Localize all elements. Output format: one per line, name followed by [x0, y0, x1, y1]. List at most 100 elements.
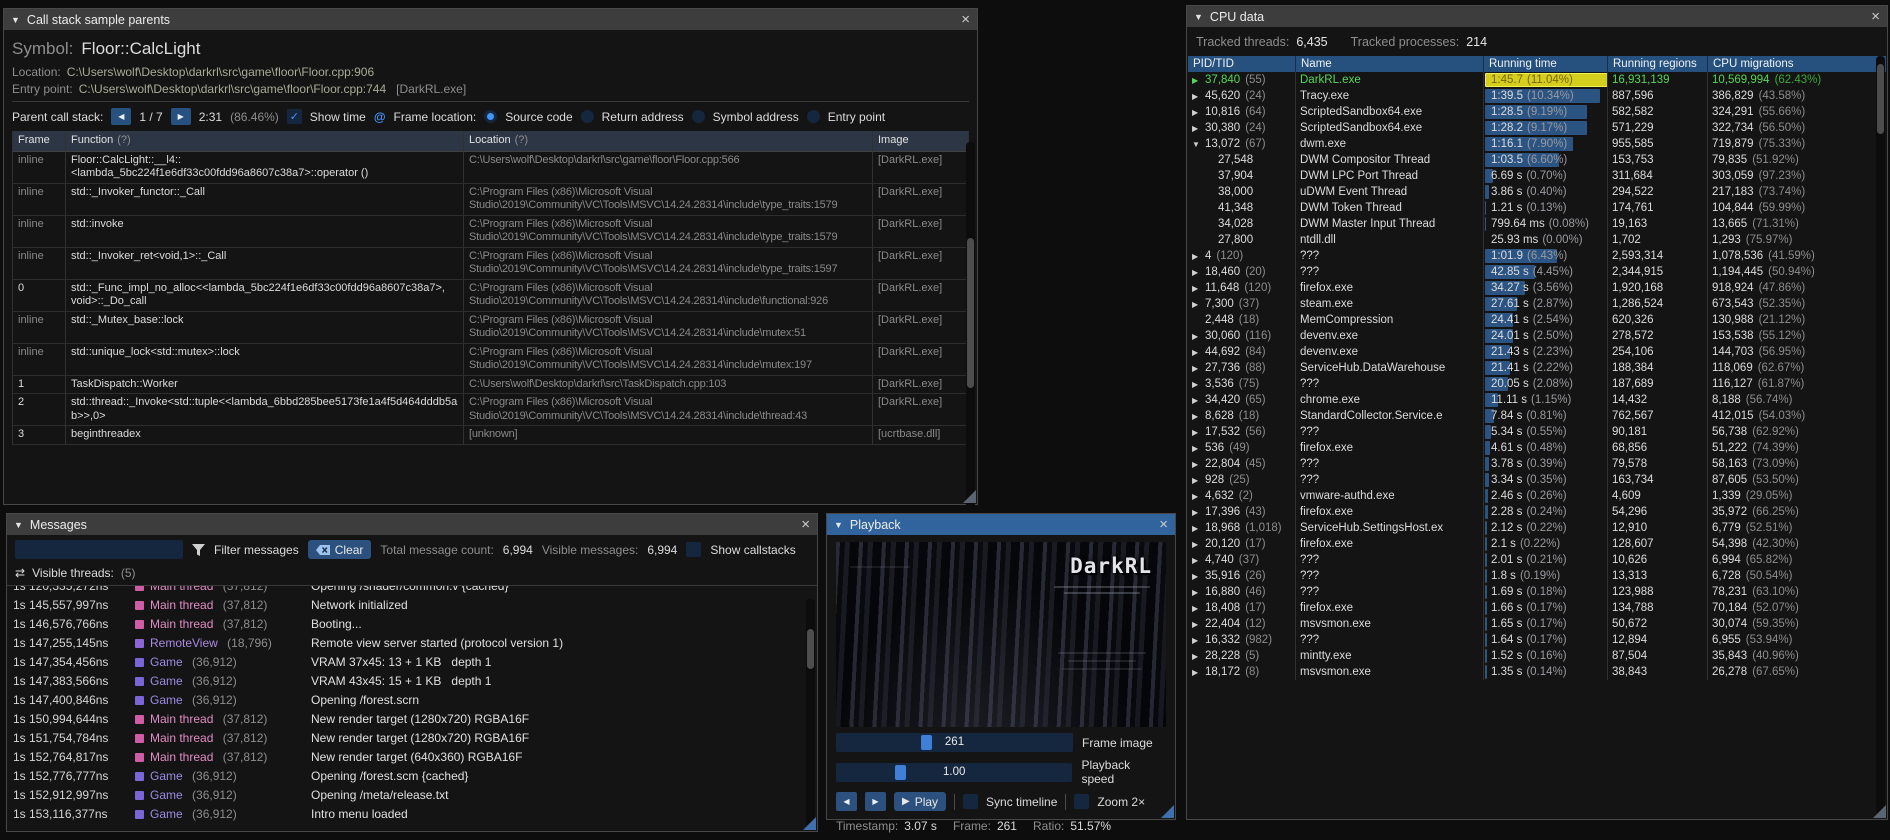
callstack-frame-row[interactable]: inline std::invoke C:\Program Files (x86)\… [12, 215, 969, 248]
cpu-process-row[interactable]: ▶ 18,172 (8) msvsmon.exe 1.35 s (0.14%) 38,843… [1188, 664, 1886, 680]
cpu-process-row[interactable]: ▶ 34,420 (65) chrome.exe 11.11 s (1.15%) 14,43… [1188, 392, 1886, 408]
sync-timeline-checkbox[interactable] [963, 794, 979, 809]
playback-titlebar[interactable]: ▼ Playback × [827, 514, 1175, 535]
collapse-icon[interactable]: ▼ [11, 15, 20, 25]
tree-collapsed-icon[interactable]: ▶ [1192, 521, 1205, 536]
cpu-process-row[interactable]: ▶ 928 (25)??? 3.34 s (0.35%) 163,734 87,605 (53… [1188, 472, 1886, 488]
tree-collapsed-icon[interactable]: ▶ [1192, 345, 1205, 360]
tree-collapsed-icon[interactable]: ▶ [1192, 601, 1205, 616]
cpu-process-row[interactable]: 37,904 DWM LPC Port Thread 6.69 s (0.70%) 31… [1188, 168, 1886, 184]
message-row[interactable]: 1s 152,764,817ns Main thread (37,812) New … [7, 748, 817, 767]
cpu-process-row[interactable]: ▶ 20,120 (17) firefox.exe 2.1 s (0.22%) 128,60… [1188, 536, 1886, 552]
message-row[interactable]: 1s 152,776,777ns Game (36,912) Opening /fo… [7, 767, 817, 786]
frame-location-radio[interactable] [580, 110, 594, 123]
callstack-titlebar[interactable]: ▼ Call stack sample parents × [4, 9, 977, 30]
tree-collapsed-icon[interactable]: ▶ [1192, 633, 1205, 648]
tree-collapsed-icon[interactable]: ▶ [1192, 329, 1205, 344]
show-callstacks-checkbox[interactable] [686, 542, 702, 557]
close-icon[interactable]: × [801, 517, 810, 532]
play-button[interactable]: ▶ Play [894, 792, 947, 811]
cpu-column-header[interactable]: CPU migrations [1708, 56, 1886, 72]
callstack-frame-row[interactable]: inline std::_Invoker_functor::_Call C:\Pro… [12, 183, 969, 216]
tree-collapsed-icon[interactable]: ▶ [1192, 121, 1205, 136]
cpu-process-row[interactable]: ▶ 7,300 (37) steam.exe 27.61 s (2.87%) 1,286,5… [1188, 296, 1886, 312]
cpu-column-header[interactable]: Name [1296, 56, 1484, 72]
message-row[interactable]: 1s 146,576,766ns Main thread (37,812) Boot… [7, 615, 817, 634]
cpu-scrollbar[interactable] [1876, 56, 1885, 814]
tree-collapsed-icon[interactable]: ▶ [1192, 569, 1205, 584]
clear-button[interactable]: Clear [307, 540, 372, 559]
tree-collapsed-icon[interactable]: ▶ [1192, 537, 1205, 552]
cpu-process-row[interactable]: ▶ 17,396 (43) firefox.exe 2.28 s (0.24%) 54,29… [1188, 504, 1886, 520]
message-row[interactable]: 1s 153,116,377ns Game (36,912) Intro menu … [7, 805, 817, 822]
cpu-process-row[interactable]: ▶ 27,736 (88) ServiceHub.DataWarehouse 21.41… [1188, 360, 1886, 376]
tree-collapsed-icon[interactable]: ▶ [1192, 649, 1205, 664]
tree-collapsed-icon[interactable]: ▶ [1192, 665, 1205, 680]
cpu-process-row[interactable]: ▶ 28,228 (5) mintty.exe 1.52 s (0.16%) 87,504 3… [1188, 648, 1886, 664]
close-icon[interactable]: × [1159, 517, 1168, 532]
cpu-process-row[interactable]: ▶ 44,692 (84) devenv.exe 21.43 s (2.23%) 254,1… [1188, 344, 1886, 360]
tree-collapsed-icon[interactable]: ▶ [1192, 377, 1205, 392]
visible-threads-row[interactable]: ⇄ Visible threads: (5) [7, 564, 817, 586]
cpu-process-row[interactable]: ▶ 17,532 (56)??? 5.34 s (0.55%) 90,181 56,738 (… [1188, 424, 1886, 440]
callstack-frame-row[interactable]: 3 beginthreadex [unknown] [ucrtbase.dll] [12, 426, 969, 445]
callstack-frame-row[interactable]: inline Floor::CalcLight::__l4::<lambda_5b… [12, 151, 969, 184]
cpu-column-header[interactable]: PID/TID [1188, 56, 1296, 72]
cpu-process-row[interactable]: 38,000 uDWM Event Thread 3.86 s (0.40%) 294,… [1188, 184, 1886, 200]
resize-grip[interactable] [1161, 805, 1174, 818]
cpu-process-row[interactable]: ▶ 18,408 (17) firefox.exe 1.66 s (0.17%) 134,7… [1188, 600, 1886, 616]
cpu-column-header[interactable]: Running regions [1608, 56, 1708, 72]
cpu-process-row[interactable]: ▼ 13,072 (67) dwm.exe 1:16.1 (7.90%) 955,585 71… [1188, 136, 1886, 152]
tree-collapsed-icon[interactable]: ▶ [1192, 73, 1205, 88]
step-back-button[interactable]: ◀ [836, 792, 857, 811]
cpu-titlebar[interactable]: ▼ CPU data × [1187, 6, 1887, 27]
tree-collapsed-icon[interactable]: ▶ [1192, 457, 1205, 472]
tree-collapsed-icon[interactable]: ▶ [1192, 265, 1205, 280]
callstack-frame-row[interactable]: inline std::_Mutex_base::lock C:\Program F… [12, 311, 969, 344]
callstack-scrollbar[interactable] [966, 142, 975, 512]
tree-collapsed-icon[interactable]: ▶ [1192, 105, 1205, 120]
collapse-icon[interactable]: ▼ [834, 520, 843, 530]
close-icon[interactable]: × [1871, 9, 1880, 24]
resize-grip[interactable] [803, 817, 816, 830]
tree-collapsed-icon[interactable]: ▶ [1192, 617, 1205, 632]
callstack-frame-row[interactable]: inline std::unique_lock<std::mutex>::lock… [12, 343, 969, 376]
tree-collapsed-icon[interactable]: ▶ [1192, 553, 1205, 568]
filter-input[interactable] [15, 540, 183, 559]
frame-location-radio[interactable] [806, 110, 820, 123]
frame-slider[interactable]: 261 [836, 733, 1073, 752]
cpu-process-row[interactable]: ▶ 45,620 (24) Tracy.exe 1:39.5 (10.34%) 887,59… [1188, 88, 1886, 104]
frame-location-radio[interactable] [484, 110, 498, 123]
cpu-process-row[interactable]: 41,348 DWM Token Thread 1.21 s (0.13%) 174,7… [1188, 200, 1886, 216]
cpu-process-row[interactable]: 2,448 (18) MemCompression 24.41 s (2.54%) 620… [1188, 312, 1886, 328]
cpu-process-row[interactable]: ▶ 4,740 (37)??? 2.01 s (0.21%) 10,626 6,994 (65… [1188, 552, 1886, 568]
tree-collapsed-icon[interactable]: ▶ [1192, 297, 1205, 312]
step-forward-button[interactable]: ▶ [865, 792, 886, 811]
callstack-frame-row[interactable]: 2 std::thread::_Invoke<std::tuple<<lambda… [12, 394, 969, 426]
cpu-process-row[interactable]: ▶ 30,060 (116) devenv.exe 24.01 s (2.50%) 278,… [1188, 328, 1886, 344]
message-row[interactable]: 1s 151,754,784ns Main thread (37,812) New … [7, 729, 817, 748]
resize-grip[interactable] [1873, 805, 1886, 818]
collapse-icon[interactable]: ▼ [14, 520, 23, 530]
messages-scrollbar[interactable] [806, 599, 815, 827]
message-row[interactable]: 1s 120,335,272ns Main thread (37,812) Open… [7, 586, 817, 596]
scrollbar-thumb[interactable] [1877, 64, 1884, 134]
frame-location-radio[interactable] [691, 110, 705, 123]
cpu-process-row[interactable]: ▶ 10,816 (64) ScriptedSandbox64.exe 1:28.5 (9… [1188, 104, 1886, 120]
cpu-process-row[interactable]: ▶ 37,840 (55) DarkRL.exe 1:45.7 (11.04%) 16,93… [1188, 72, 1886, 88]
next-parent-button[interactable]: ▶ [170, 108, 191, 125]
tree-collapsed-icon[interactable]: ▶ [1192, 281, 1205, 296]
collapse-icon[interactable]: ▼ [1194, 12, 1203, 22]
cpu-process-row[interactable]: ▶ 3,536 (75)??? 20.05 s (2.08%) 187,689 116,12… [1188, 376, 1886, 392]
message-row[interactable]: 1s 147,400,846ns Game (36,912) Opening /fo… [7, 691, 817, 710]
tree-collapsed-icon[interactable]: ▶ [1192, 425, 1205, 440]
cpu-process-row[interactable]: ▶ 22,404 (12) msvsmon.exe 1.65 s (0.17%) 50,67… [1188, 616, 1886, 632]
message-row[interactable]: 1s 147,255,145ns RemoteView (18,796) Remot… [7, 634, 817, 653]
cpu-process-row[interactable]: ▶ 536 (49) firefox.exe 4.61 s (0.48%) 68,856 51… [1188, 440, 1886, 456]
cpu-process-row[interactable]: ▶ 18,460 (20)??? 42.85 s (4.45%) 2,344,915 1,1… [1188, 264, 1886, 280]
prev-parent-button[interactable]: ◀ [111, 108, 132, 125]
cpu-process-row[interactable]: 27,548 DWM Compositor Thread 1:03.5 (6.60%)… [1188, 152, 1886, 168]
tree-collapsed-icon[interactable]: ▶ [1192, 585, 1205, 600]
close-icon[interactable]: × [961, 12, 970, 27]
cpu-process-row[interactable]: ▶ 4,632 (2) vmware-authd.exe 2.46 s (0.26%) 4,… [1188, 488, 1886, 504]
